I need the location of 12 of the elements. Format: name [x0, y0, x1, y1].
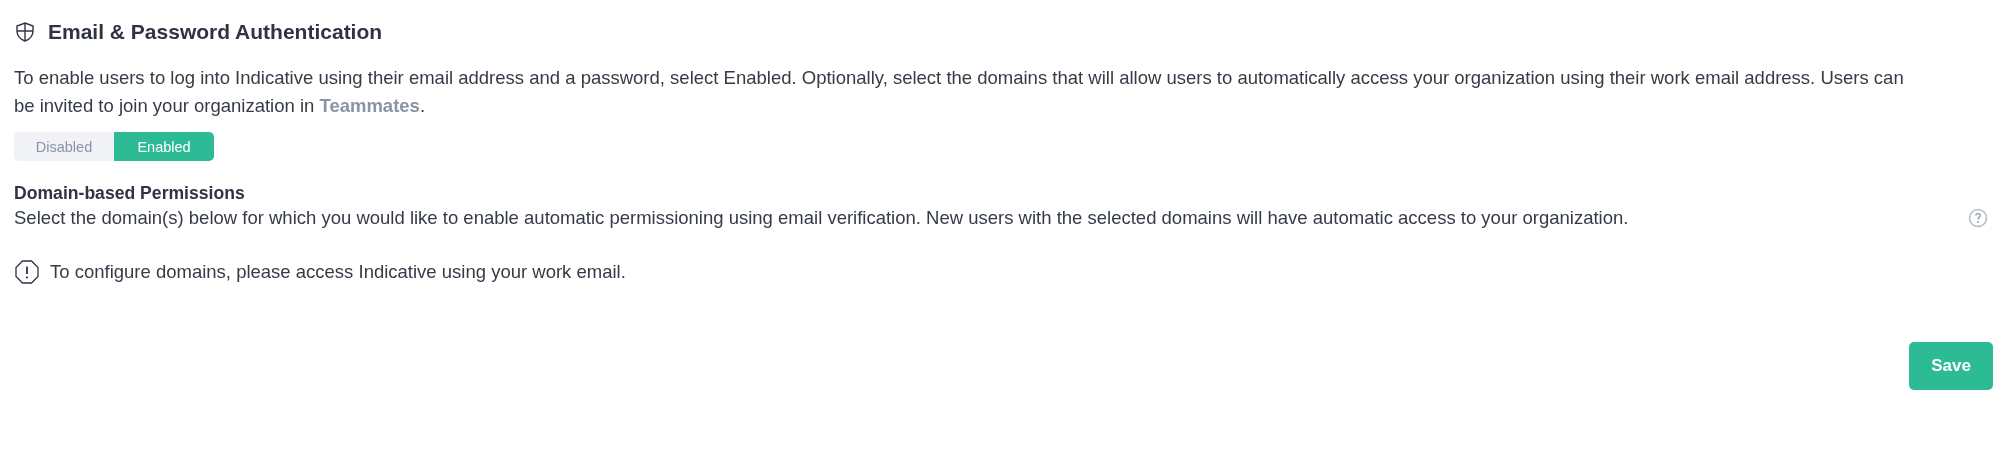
help-icon[interactable]	[1968, 208, 1988, 228]
description-text: To enable users to log into Indicative using their email address and a password, select Enabled. Optionally, select the domains that will allow users to automatically access your organization using their work email address. Users can be invited to join your organization in Teammates.	[14, 66, 1905, 118]
toggle-option[interactable]: Enabled	[114, 132, 214, 161]
notice-text: To configure domains, please access Indicative using your work email.	[50, 260, 626, 284]
save-button[interactable]: Save	[1909, 342, 1993, 390]
teammates-link[interactable]: Teammates	[319, 95, 420, 116]
section-title: Email & Password Authentication	[48, 20, 383, 44]
domains-description: Select the domain(s) below for which you would like to enable automatic permissioning using email verification. New users with the selected domains will have automatic access to your organization.	[14, 206, 1629, 230]
warning-icon	[14, 259, 40, 285]
toggle-option[interactable]: Disabled	[14, 132, 114, 161]
shield-icon	[14, 21, 36, 43]
section-heading: Domain-based Permissions	[14, 183, 246, 204]
